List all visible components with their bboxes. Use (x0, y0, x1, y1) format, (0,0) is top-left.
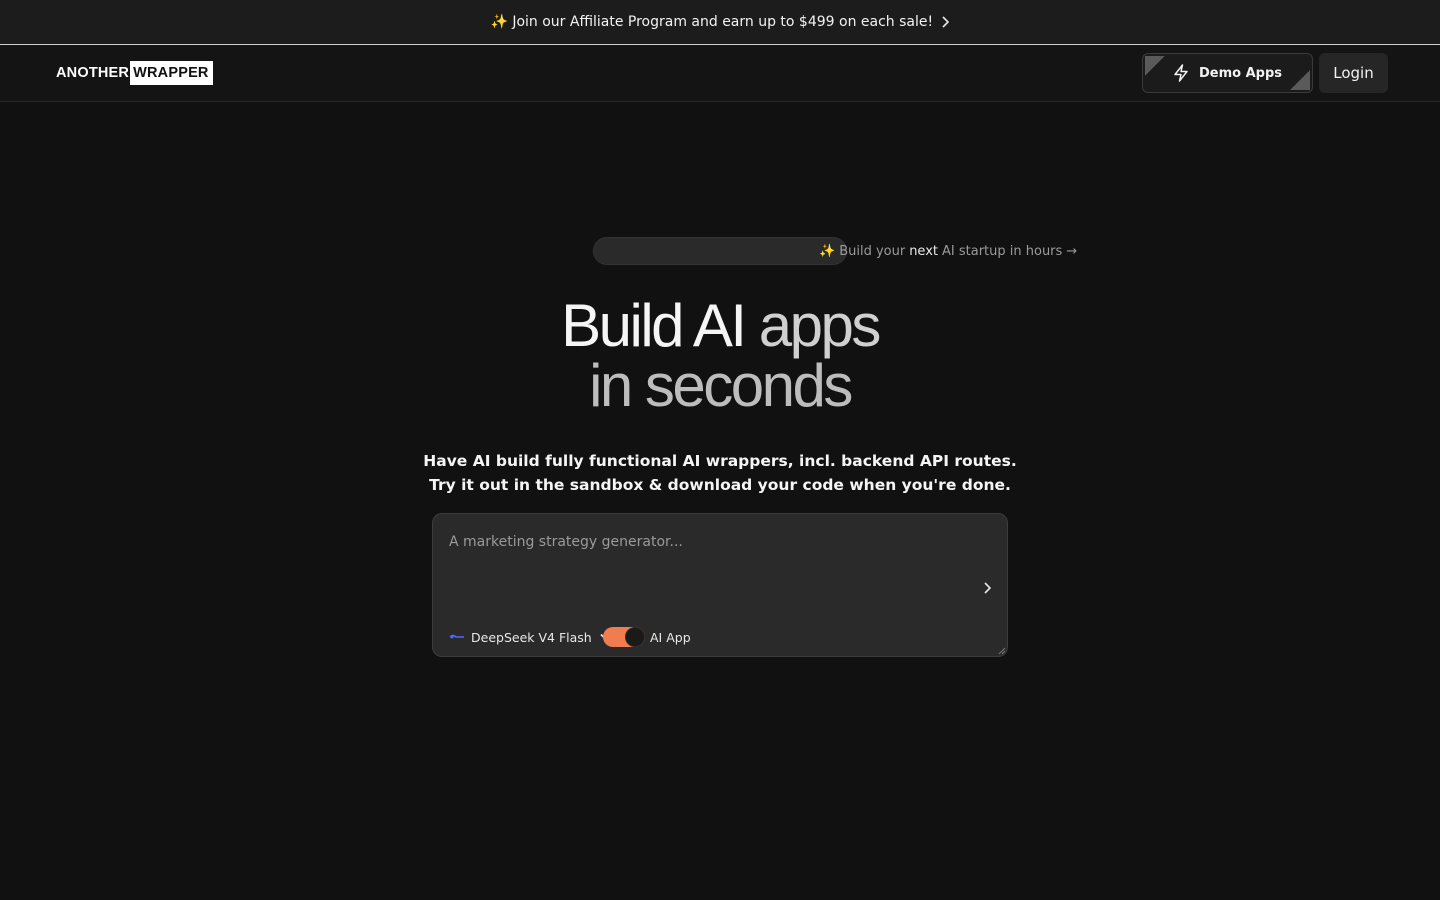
model-select[interactable]: DeepSeek V4 Flash (449, 627, 612, 647)
pill-text-post: AI startup in hours (942, 243, 1063, 259)
announcement-pill-text[interactable]: ✨ Build your next AI startup in hours → (819, 241, 1077, 261)
announcement-text: Join our Affiliate Program and earn up t… (512, 14, 934, 30)
announcement-pill[interactable] (593, 237, 847, 265)
pill-text-pre: Build your (839, 243, 906, 259)
resize-handle[interactable] (998, 647, 1006, 655)
hero-title: Build AI apps in seconds (0, 296, 1440, 416)
sparkles-icon: ✨ (490, 14, 509, 30)
demo-apps-label: Demo Apps (1198, 65, 1283, 81)
toggle-knob (625, 627, 645, 647)
logo-part-wrapper: WRAPPER (130, 61, 213, 85)
pill-text-highlight: next (909, 243, 938, 259)
model-label: DeepSeek V4 Flash (471, 629, 592, 645)
deepseek-logo-icon (449, 632, 465, 642)
login-button[interactable]: Login (1319, 53, 1388, 93)
hero-title-line2: in seconds (589, 352, 853, 419)
demo-apps-button[interactable]: Demo Apps (1142, 53, 1313, 93)
logo-part-another: ANOTHER (56, 65, 130, 81)
hero-title-line1-b: apps (758, 292, 882, 359)
affiliate-announcement-bar[interactable]: ✨ Join our Affiliate Program and earn up… (0, 0, 1440, 45)
ai-app-toggle[interactable] (603, 627, 645, 647)
chevron-right-icon (941, 16, 950, 28)
prompt-box: DeepSeek V4 Flash AI App (432, 513, 1008, 657)
sparkles-icon: ✨ (819, 243, 836, 259)
logo[interactable]: ANOTHER WRAPPER (56, 60, 213, 86)
prompt-input[interactable] (449, 528, 969, 556)
submit-arrow-button[interactable] (979, 580, 995, 596)
chevron-right-icon (984, 582, 991, 594)
lightning-icon (1173, 64, 1189, 82)
hero-subtitle: Have AI build fully functional AI wrappe… (423, 452, 1017, 494)
arrow-right-icon: → (1066, 243, 1078, 259)
hero-title-line1-a: Build AI (561, 292, 747, 359)
hero-title-line1: Build AI apps (0, 296, 1440, 356)
ai-app-toggle-label: AI App (650, 629, 691, 645)
